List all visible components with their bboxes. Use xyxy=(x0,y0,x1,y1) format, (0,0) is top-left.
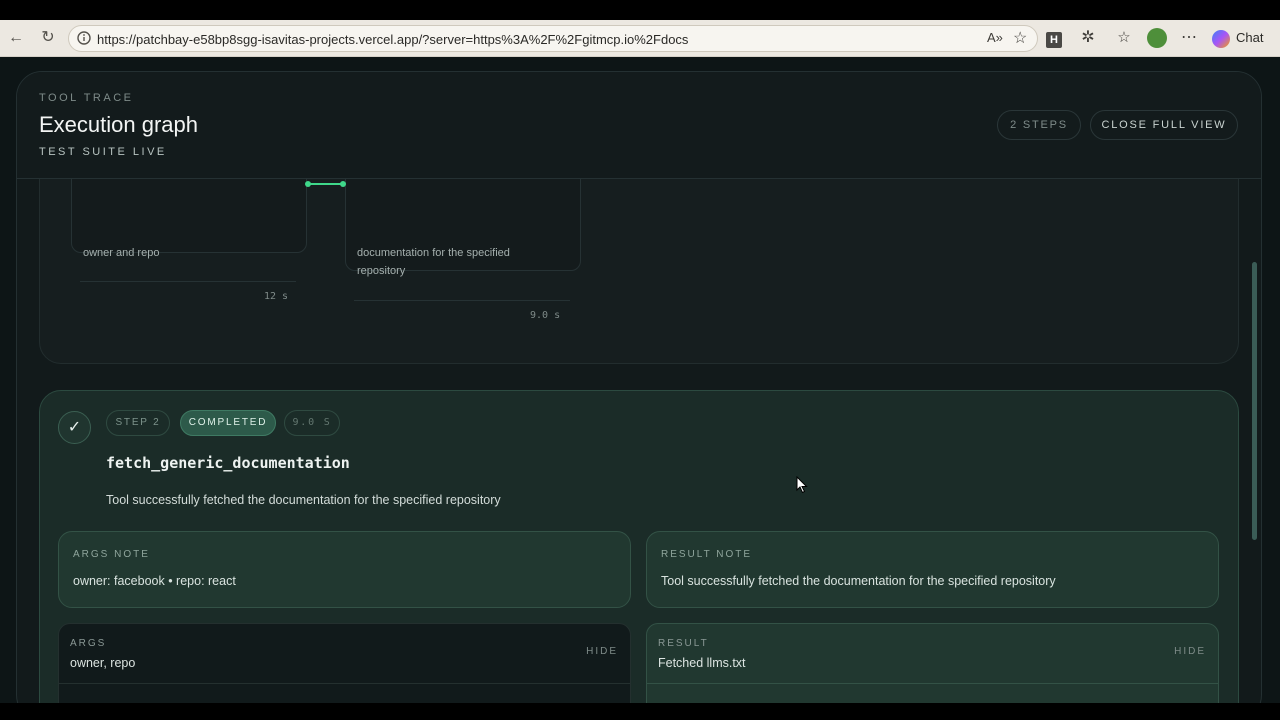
step-detail-card: ✓ STEP 2 COMPLETED 9.0 S fetch_generic_d… xyxy=(39,390,1239,703)
chat-label: Chat xyxy=(1236,30,1264,45)
args-panel: ARGS owner, repo HIDE xyxy=(58,623,631,703)
profile-avatar-icon[interactable] xyxy=(1146,28,1168,48)
copilot-icon xyxy=(1212,29,1230,48)
extensions-puzzle-icon[interactable]: ✲ xyxy=(1079,28,1097,48)
node-description-line-2: repository xyxy=(357,265,406,277)
check-icon: ✓ xyxy=(58,411,91,444)
result-value: Fetched llms.txt xyxy=(658,656,746,670)
duration-chip: 9.0 S xyxy=(284,410,340,436)
close-full-view-button[interactable]: CLOSE FULL VIEW xyxy=(1090,110,1238,140)
favorite-star-icon[interactable]: ☆ xyxy=(1013,28,1027,48)
copilot-chat-button[interactable]: Chat xyxy=(1212,26,1263,50)
edge-end-dot xyxy=(340,181,346,187)
page-subtitle: TEST SUITE LIVE xyxy=(39,146,167,158)
edge-start-dot xyxy=(305,181,311,187)
node-divider xyxy=(354,300,570,301)
window-top-strip xyxy=(0,0,1280,20)
result-note-label: RESULT NOTE xyxy=(661,549,753,560)
node-description: owner and repo xyxy=(83,247,160,259)
more-menu-icon[interactable]: ⋯ xyxy=(1180,28,1198,48)
status-badge: COMPLETED xyxy=(180,410,276,436)
node-description-line-1: documentation for the specified xyxy=(357,247,510,259)
address-bar[interactable]: https://patchbay-e58bp8sgg-isavitas-proj… xyxy=(68,25,1038,52)
args-note-card: ARGS NOTE owner: facebook • repo: react xyxy=(58,531,631,608)
result-hide-toggle[interactable]: HIDE xyxy=(1174,646,1206,657)
tool-description: Tool successfully fetched the documentat… xyxy=(106,493,501,507)
result-divider xyxy=(647,683,1218,684)
page-title: Execution graph xyxy=(39,112,198,137)
steps-count-badge: 2 STEPS xyxy=(997,110,1081,140)
args-value: owner, repo xyxy=(70,656,136,670)
result-note-card: RESULT NOTE Tool successfully fetched th… xyxy=(646,531,1219,608)
execution-graph-panel: owner and repo documentation for the spe… xyxy=(16,71,1262,703)
panel-header: TOOL TRACE Execution graph TEST SUITE LI… xyxy=(17,72,1261,179)
result-panel: RESULT Fetched llms.txt HIDE xyxy=(646,623,1219,703)
read-aloud-icon[interactable]: A» xyxy=(987,30,1003,45)
step-number-chip: STEP 2 xyxy=(106,410,170,436)
section-eyebrow: TOOL TRACE xyxy=(39,92,134,104)
result-note-text: Tool successfully fetched the documentat… xyxy=(661,574,1056,588)
tool-name: fetch_generic_documentation xyxy=(106,454,350,472)
page-viewport: owner and repo documentation for the spe… xyxy=(0,57,1280,703)
graph-edge xyxy=(307,183,343,185)
args-note-label: ARGS NOTE xyxy=(73,549,150,560)
args-note-text: owner: facebook • repo: react xyxy=(73,574,236,588)
args-hide-toggle[interactable]: HIDE xyxy=(586,646,618,657)
node-divider xyxy=(80,281,296,282)
window-bottom-strip xyxy=(0,703,1280,720)
graph-canvas: owner and repo documentation for the spe… xyxy=(39,152,1239,364)
result-label: RESULT xyxy=(658,638,709,649)
args-label: ARGS xyxy=(70,638,107,649)
browser-toolbar: ← ↻ https://patchbay-e58bp8sgg-isavitas-… xyxy=(0,20,1280,57)
url-text: https://patchbay-e58bp8sgg-isavitas-proj… xyxy=(97,32,689,47)
extension-h-icon[interactable]: H xyxy=(1046,28,1062,48)
site-info-icon[interactable] xyxy=(77,31,91,50)
favorites-list-icon[interactable]: ☆ xyxy=(1114,28,1134,48)
args-divider xyxy=(59,683,630,684)
reload-icon[interactable]: ↻ xyxy=(38,28,58,48)
scrollbar-thumb[interactable] xyxy=(1252,262,1257,540)
back-arrow-icon[interactable]: ← xyxy=(6,28,26,48)
mouse-cursor-icon xyxy=(796,476,808,494)
node-duration: 9.0 s xyxy=(530,310,561,321)
